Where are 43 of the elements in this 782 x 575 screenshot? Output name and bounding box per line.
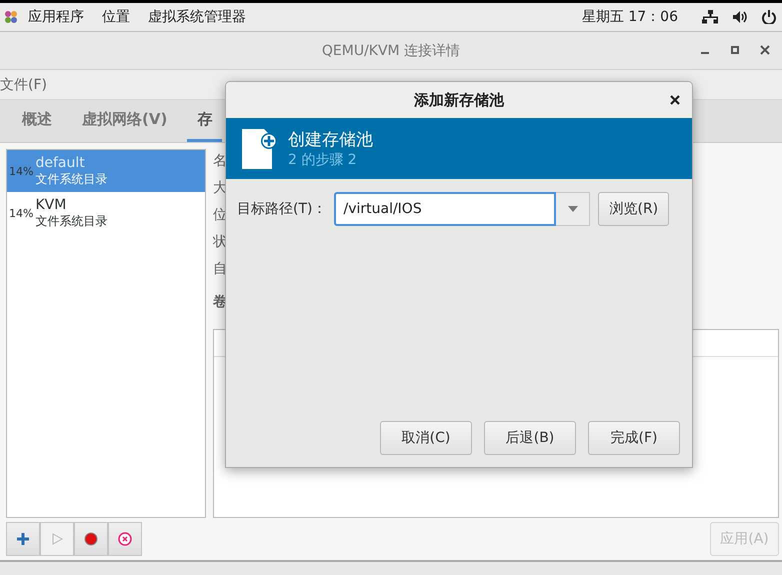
- stop-icon: [84, 532, 98, 546]
- play-icon: [50, 532, 64, 546]
- browse-button[interactable]: 浏览(R): [598, 192, 670, 226]
- toolbar-button[interactable]: [74, 522, 108, 556]
- pool-name: default: [35, 155, 86, 172]
- power-icon[interactable]: [762, 10, 776, 24]
- top-menu[interactable]: 虚拟系统管理器: [148, 8, 246, 26]
- field-label: 名: [213, 152, 227, 171]
- field-label: 状: [213, 233, 227, 252]
- toolbar-button[interactable]: [108, 522, 142, 556]
- pool-name: KVM: [35, 197, 68, 214]
- pool-type: 文件系统目录: [35, 214, 108, 229]
- volume-icon[interactable]: [732, 10, 748, 24]
- top-menu[interactable]: 位置: [102, 8, 130, 26]
- toolbar-button[interactable]: [6, 522, 40, 556]
- field-label: 位: [213, 206, 227, 225]
- banner-title: 创建存储池: [288, 128, 373, 150]
- pool-type: 文件系统目录: [35, 172, 108, 187]
- window-title: QEMU/KVM 连接详情: [322, 42, 460, 60]
- close-icon[interactable]: [670, 95, 680, 105]
- dialog-button[interactable]: 后退(B): [484, 421, 576, 455]
- dropdown-button[interactable]: [556, 192, 590, 226]
- document-add-icon: [240, 126, 278, 170]
- field-label: 目标路径(T)：: [237, 200, 326, 218]
- apps-icon[interactable]: [4, 10, 18, 24]
- usage-label: 14%: [9, 206, 34, 220]
- path-field[interactable]: /virtual/IOS: [334, 192, 556, 226]
- usage-label: 14%: [9, 164, 34, 178]
- top-menu[interactable]: 应用程序: [28, 8, 84, 26]
- step-label: 2 的步骤 2: [288, 150, 358, 168]
- network-icon[interactable]: [702, 10, 718, 24]
- dialog-button[interactable]: 取消(C): [380, 421, 472, 455]
- maximize-icon[interactable]: [730, 45, 740, 55]
- section-label: 卷: [213, 293, 227, 312]
- dialog-title: 添加新存储池: [414, 90, 504, 110]
- menu-item[interactable]: 文件(F): [0, 76, 47, 94]
- dialog-button[interactable]: 完成(F): [588, 421, 680, 455]
- caret-icon: [568, 206, 578, 212]
- add-icon: [16, 532, 30, 546]
- delete-icon: [118, 532, 132, 546]
- field-label: 自: [213, 260, 227, 279]
- clock[interactable]: 星期五 17：06: [582, 8, 678, 26]
- close-icon[interactable]: [760, 45, 770, 55]
